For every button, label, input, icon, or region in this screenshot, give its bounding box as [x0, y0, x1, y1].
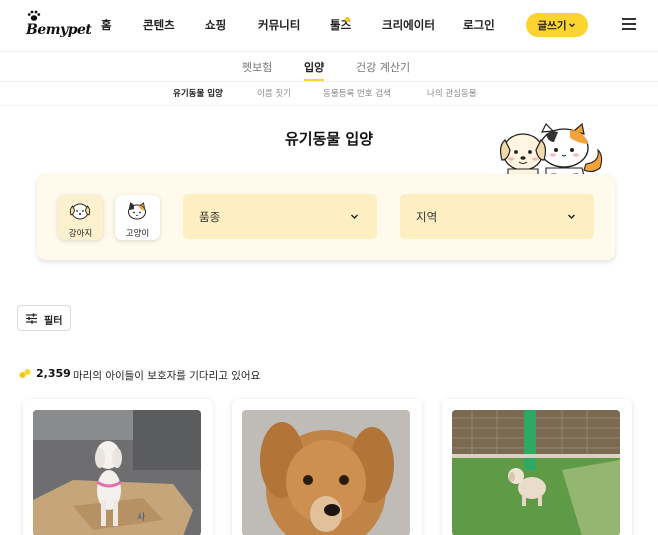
subtab-shelter-adoption[interactable]: 유기동물 입양 — [173, 87, 223, 99]
result-count-message: 마리의 아이들이 보호자를 기다리고 있어요 — [73, 370, 261, 382]
pet-card[interactable] — [232, 399, 422, 535]
logo-text: Bemypet — [26, 22, 92, 38]
tab-adoption[interactable]: 입양 — [304, 59, 324, 75]
adoption-subtabs: 유기동물 입양 이름 짓기 동물등록 번호 검색 나의 관심동물 — [0, 82, 658, 106]
white-dog-photo: 사 — [33, 410, 201, 535]
dog-filter-button[interactable]: 강아지 — [58, 195, 103, 240]
pet-card[interactable] — [442, 399, 632, 535]
subtab-registration-search[interactable]: 동물등록 번호 검색 — [323, 87, 391, 99]
subtab-naming[interactable]: 이름 짓기 — [257, 87, 291, 99]
filter-button[interactable]: 필터 — [17, 305, 71, 331]
svg-text:사: 사 — [137, 512, 146, 523]
paw-coins-icon — [19, 369, 31, 378]
new-badge-dot — [345, 17, 350, 22]
region-select-value: 지역 — [416, 210, 438, 224]
filter-sliders-icon — [26, 313, 37, 324]
chevron-down-icon — [569, 23, 576, 28]
breed-select-value: 품종 — [199, 210, 221, 224]
hamburger-menu-icon[interactable] — [622, 18, 636, 30]
nav-home[interactable]: 홈 — [101, 17, 112, 33]
nav-contents[interactable]: 콘텐츠 — [143, 17, 175, 33]
result-count-number: 2,359 — [36, 367, 71, 380]
nav-shopping[interactable]: 쇼핑 — [205, 17, 226, 33]
filter-button-label: 필터 — [44, 316, 63, 327]
cat-filter-button[interactable]: 고양이 — [115, 195, 160, 240]
cat-filter-label: 고양이 — [125, 229, 150, 239]
cat-face-icon — [128, 202, 146, 220]
nav-login[interactable]: 로그인 — [463, 17, 495, 33]
region-select[interactable]: 지역 — [400, 194, 594, 239]
top-navigation: Bemypet 홈 콘텐츠 쇼핑 커뮤니티 툴즈 크리에이터 로그인 글쓰기 — [0, 0, 658, 52]
tab-health-calculator[interactable]: 건강 계산기 — [356, 59, 410, 75]
paw-icon — [27, 10, 41, 21]
bemypet-logo[interactable]: Bemypet — [26, 10, 92, 42]
breed-select[interactable]: 품종 — [183, 194, 377, 239]
write-button-label: 글쓰기 — [537, 19, 567, 32]
small-white-dog-on-grass-photo — [452, 410, 620, 535]
pet-card[interactable]: 사 — [23, 399, 213, 535]
chevron-down-icon — [568, 214, 575, 219]
write-button[interactable]: 글쓰기 — [526, 13, 588, 37]
subtab-my-favorites[interactable]: 나의 관심동물 — [427, 87, 477, 99]
nav-creator[interactable]: 크리에이터 — [382, 17, 435, 33]
active-tab-indicator — [304, 79, 324, 81]
brown-dog-photo — [242, 410, 410, 535]
dog-face-icon — [69, 203, 91, 220]
nav-community[interactable]: 커뮤니티 — [258, 17, 300, 33]
chevron-down-icon — [351, 214, 358, 219]
adoption-tabs: 펫보험 입양 건강 계산기 — [0, 52, 658, 82]
tab-pet-insurance[interactable]: 펫보험 — [242, 59, 272, 75]
adoption-search-panel: 강아지 고양이 품종 지역 — [37, 174, 615, 260]
dog-filter-label: 강아지 — [68, 229, 93, 239]
